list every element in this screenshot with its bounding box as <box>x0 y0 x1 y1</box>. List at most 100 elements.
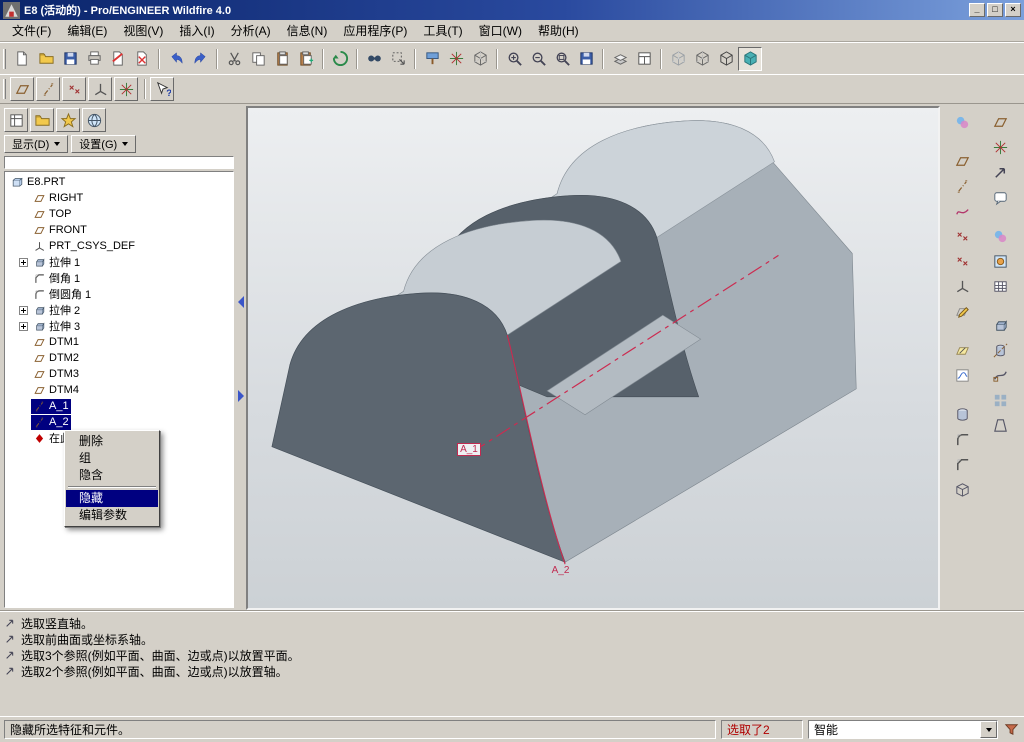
tree-item-5[interactable]: 拉伸 1 <box>5 254 233 270</box>
datum-csys-display-button[interactable] <box>88 77 112 101</box>
menu-applications[interactable]: 应用程序(P) <box>335 19 415 42</box>
render-tool-button[interactable] <box>987 249 1013 274</box>
selection-filter-combo[interactable]: 智能 <box>808 720 998 739</box>
regenerate-button[interactable] <box>328 47 352 71</box>
tree-expand-icon[interactable] <box>19 257 28 267</box>
context-menu-item-4[interactable]: 隐藏 <box>66 490 158 507</box>
context-menu-item-1[interactable]: 组 <box>66 450 158 467</box>
paste-special-button[interactable] <box>294 47 318 71</box>
draft-tool-button[interactable] <box>987 413 1013 438</box>
datum-axis-display-button[interactable] <box>36 77 60 101</box>
saved-views-button[interactable] <box>574 47 598 71</box>
tree-item-0[interactable]: E8.PRT <box>5 174 233 190</box>
pattern-tool-button[interactable] <box>987 388 1013 413</box>
panel-splitter[interactable] <box>236 106 246 610</box>
spin-center-display-button[interactable] <box>114 77 138 101</box>
toolbar-grip[interactable] <box>3 79 6 99</box>
revolve-tool-button[interactable] <box>987 338 1013 363</box>
chamfer-tool-button[interactable] <box>949 452 975 477</box>
menu-tools[interactable]: 工具(T) <box>415 19 470 42</box>
menu-info[interactable]: 信息(N) <box>279 19 336 42</box>
model-tree-tab-button[interactable] <box>4 108 28 132</box>
datum-point-tool-button[interactable] <box>949 224 975 249</box>
close-button[interactable]: × <box>1005 3 1021 17</box>
wireframe-button[interactable] <box>666 47 690 71</box>
menu-insert[interactable]: 插入(I) <box>171 19 222 42</box>
copy-button[interactable] <box>246 47 270 71</box>
sketch-tool-button[interactable] <box>949 299 975 324</box>
note-tool-button[interactable] <box>987 185 1013 210</box>
tree-item-9[interactable]: 拉伸 3 <box>5 318 233 334</box>
combo-dropdown-button[interactable] <box>980 721 997 738</box>
offset-point-tool-button[interactable] <box>949 249 975 274</box>
tree-item-10[interactable]: DTM1 <box>5 334 233 350</box>
open-folder-button[interactable] <box>34 47 58 71</box>
print-button[interactable] <box>82 47 106 71</box>
datum-csys-tool-button[interactable] <box>949 274 975 299</box>
graphics-area[interactable]: A_1 A_2 <box>246 106 940 610</box>
annotation-tool-button[interactable] <box>949 338 975 363</box>
tree-expand-icon[interactable] <box>19 305 28 315</box>
tree-item-6[interactable]: 倒角 1 <box>5 270 233 286</box>
tree-item-7[interactable]: 倒圆角 1 <box>5 286 233 302</box>
tree-item-15[interactable]: A_2 <box>5 414 233 430</box>
menu-analysis[interactable]: 分析(A) <box>223 19 279 42</box>
repaint-button[interactable] <box>420 47 444 71</box>
erase-display-button[interactable] <box>106 47 130 71</box>
tree-item-14[interactable]: A_1 <box>5 398 233 414</box>
tree-item-11[interactable]: DTM2 <box>5 350 233 366</box>
connections-tab-button[interactable] <box>82 108 106 132</box>
datum-curve-tool-button[interactable] <box>949 199 975 224</box>
datum-plane-tool-button[interactable] <box>949 149 975 174</box>
datum-axis-tool-button[interactable] <box>949 174 975 199</box>
style-tool-button[interactable] <box>949 110 975 135</box>
cut-button[interactable] <box>222 47 246 71</box>
hidden-line-button[interactable] <box>690 47 714 71</box>
axis-label-a1[interactable]: A_1 <box>457 443 481 456</box>
round-tool-button[interactable] <box>949 427 975 452</box>
context-menu-item-5[interactable]: 编辑参数 <box>66 507 158 524</box>
folder-tree-tab-button[interactable] <box>30 108 54 132</box>
sweep-tool-button[interactable] <box>987 363 1013 388</box>
tree-expand-icon[interactable] <box>19 321 28 331</box>
find-button[interactable] <box>362 47 386 71</box>
no-hidden-button[interactable] <box>714 47 738 71</box>
menu-window[interactable]: 窗口(W) <box>471 19 530 42</box>
view-plane-button[interactable] <box>987 110 1013 135</box>
datum-plane-display-button[interactable] <box>10 77 34 101</box>
tree-item-12[interactable]: DTM3 <box>5 366 233 382</box>
shaded-button[interactable] <box>738 46 762 71</box>
tree-item-1[interactable]: RIGHT <box>5 190 233 206</box>
redo-button[interactable] <box>188 47 212 71</box>
axis-label-a2[interactable]: A_2 <box>552 565 570 576</box>
hole-tool-button[interactable] <box>949 402 975 427</box>
tree-display-button[interactable]: 显示(D) <box>4 135 69 153</box>
tree-item-3[interactable]: FRONT <box>5 222 233 238</box>
view-arrow-button[interactable] <box>987 160 1013 185</box>
save-button[interactable] <box>58 47 82 71</box>
layers-button[interactable] <box>608 47 632 71</box>
splitter-expand-icon[interactable] <box>238 390 244 402</box>
appearance-tool-button[interactable] <box>987 224 1013 249</box>
view-manager-button[interactable] <box>632 47 656 71</box>
undo-button[interactable] <box>164 47 188 71</box>
tree-item-4[interactable]: PRT_CSYS_DEF <box>5 238 233 254</box>
datum-point-display-button[interactable] <box>62 77 86 101</box>
restore-button[interactable]: □ <box>987 3 1003 17</box>
favorites-tab-button[interactable] <box>56 108 80 132</box>
table-tool-button[interactable] <box>987 274 1013 299</box>
menu-file[interactable]: 文件(F) <box>4 19 59 42</box>
extrude-tool-button[interactable] <box>987 313 1013 338</box>
menu-edit[interactable]: 编辑(E) <box>59 19 115 42</box>
context-menu-item-2[interactable]: 隐含 <box>66 467 158 484</box>
splitter-collapse-icon[interactable] <box>238 296 244 308</box>
orient-button[interactable] <box>468 47 492 71</box>
context-menu-item-0[interactable]: 删除 <box>66 433 158 450</box>
zoom-out-button[interactable] <box>526 47 550 71</box>
minimize-button[interactable]: _ <box>969 3 985 17</box>
tree-settings-button[interactable]: 设置(G) <box>71 135 137 153</box>
tree-item-2[interactable]: TOP <box>5 206 233 222</box>
menu-help[interactable]: 帮助(H) <box>530 19 587 42</box>
select-box-button[interactable] <box>386 47 410 71</box>
refit-button[interactable] <box>550 47 574 71</box>
